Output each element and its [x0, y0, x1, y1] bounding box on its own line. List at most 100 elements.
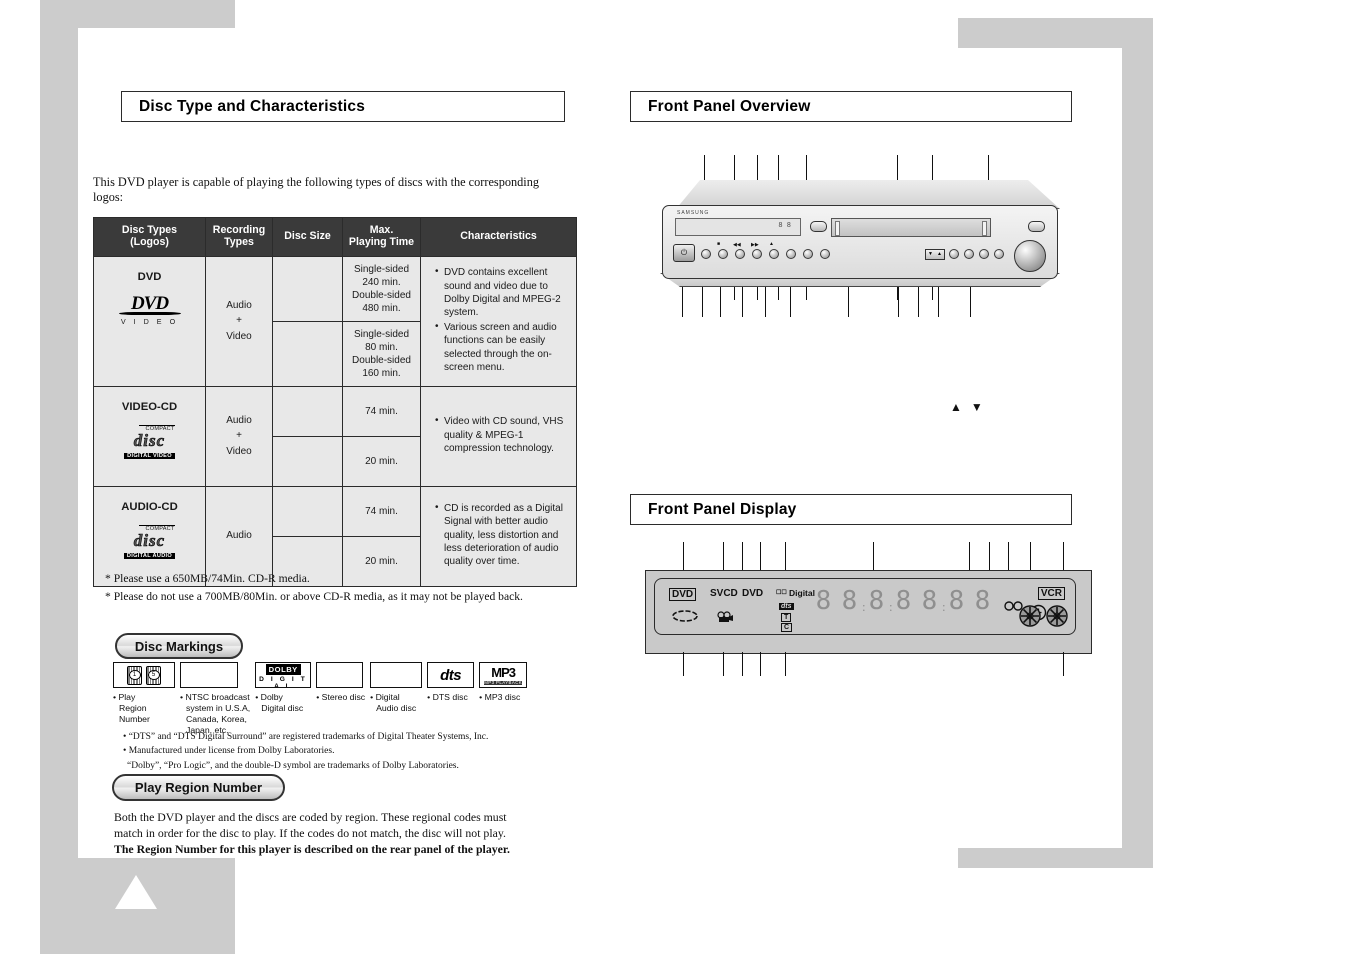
dolby-digital-logo: DOLBY D I G I T A L — [255, 662, 312, 688]
unit-display-segments: 8 8 — [778, 221, 791, 229]
tick-mark: ◀◀ — [733, 243, 741, 248]
camcorder-icon — [717, 611, 733, 622]
marking-caption: • DTS disc — [427, 692, 468, 702]
marking-dolby: DOLBY D I G I T A L • Dolby Digital disc — [255, 662, 312, 714]
table-header-row: Disc Types (Logos) Recording Types Disc … — [93, 217, 577, 257]
section-title-text: Front Panel Overview — [648, 97, 811, 115]
segment-digit — [921, 589, 938, 616]
play-region-line-1: Both the DVD player and the discs are co… — [114, 810, 507, 824]
panel-button[interactable] — [752, 249, 762, 259]
cell-disc-size-vcd-a — [272, 385, 343, 437]
callout-line — [1063, 652, 1065, 676]
chevron-up-icon: ▲ — [937, 252, 942, 257]
chapter-indicator: C — [781, 623, 793, 632]
cell-disc-type-video-cd: VIDEO-CD COMPACT disc DIGITAL VIDEO — [93, 385, 206, 487]
dolby-double-d-icon: ☐☐ — [776, 590, 787, 596]
footnote-cdr-700: * Please do not use a 700MB/80Min. or ab… — [105, 590, 523, 603]
cell-time-vcd-b: 20 min. — [342, 435, 421, 487]
panel-button[interactable] — [803, 249, 813, 259]
table-row-dvd: DVD DVD V I D E O Audio + Video Single-s… — [93, 255, 577, 387]
play-region-number-logo: 1 5 — [113, 662, 175, 688]
cell-disc-size-dvd-a — [272, 255, 343, 322]
play-region-body: Both the DVD player and the discs are co… — [114, 810, 554, 858]
panel-button[interactable] — [964, 249, 974, 259]
marking-caption: • Play Region Number — [113, 692, 150, 725]
tape-reel-icon — [1046, 605, 1068, 627]
disc-markings-row: 1 5 • Play Region Number • NTSC broadcas… — [113, 662, 563, 737]
dvd-indicator: DVD — [669, 588, 697, 601]
eject-icon-right[interactable] — [1028, 221, 1045, 232]
unit-front-face: SAMSUNG 8 8 ⏻ ■ ◀◀ ▶▶ ▲ ▼ ▲ — [662, 205, 1058, 279]
section-title-text: Front Panel Display — [648, 500, 797, 518]
panel-button[interactable] — [718, 249, 728, 259]
segment-colon: : — [862, 599, 866, 614]
footnote-cdr-650: * Please use a 650MB/74Min. CD-R media. — [105, 572, 310, 585]
header-disc-types: Disc Types (Logos) — [93, 217, 206, 257]
tick-mark: ▲ — [769, 242, 774, 247]
tape-reel-icon — [1019, 605, 1041, 627]
marking-stereo: • Stereo disc — [316, 662, 365, 703]
section-header-front-panel-display: Front Panel Display — [630, 494, 1072, 525]
header-characteristics: Characteristics — [420, 217, 577, 257]
dolby-logo-top: DOLBY — [265, 663, 301, 675]
svcd-indicator: SVCD — [710, 588, 738, 599]
panel-button[interactable] — [979, 249, 989, 259]
segment-digit — [868, 589, 885, 616]
tick-mark: ■ — [717, 242, 721, 247]
segment-digit — [948, 589, 965, 616]
power-icon[interactable]: ⏻ — [673, 244, 695, 262]
mp3-logo-sub: MP3 PLAYBACK — [484, 679, 523, 686]
marking-play-region: 1 5 • Play Region Number — [113, 662, 175, 725]
panel-button[interactable] — [949, 249, 959, 259]
header-max-playing-time: Max. Playing Time — [342, 217, 421, 257]
panel-button[interactable] — [735, 249, 745, 259]
cd-logo-bottom: DIGITAL AUDIO — [123, 552, 176, 559]
dvd2-indicator: DVD — [742, 588, 764, 599]
cell-disc-type-dvd: DVD DVD V I D E O — [93, 255, 206, 387]
play-region-heading-text: Play Region Number — [134, 780, 263, 795]
header-disc-size: Disc Size — [272, 217, 343, 257]
characteristic-item: CD is recorded as a Digital Signal with … — [435, 501, 568, 568]
dts-indicator: dts — [779, 603, 794, 610]
panel-button[interactable] — [820, 249, 830, 259]
play-region-line-bold: The Region Number for this player is des… — [114, 841, 510, 856]
tape-slot[interactable] — [831, 218, 991, 237]
disc-type-table: Disc Types (Logos) Recording Types Disc … — [93, 217, 577, 587]
marking-caption: • Digital Audio disc — [370, 692, 417, 714]
eject-icon-left[interactable] — [810, 221, 827, 232]
trademark-note-dolby-sub: “Dolby”, “Pro Logic”, and the double-D s… — [127, 760, 459, 771]
cell-time-dvd-b: Single-sided 80 min. Double-sided 160 mi… — [342, 320, 421, 387]
compact-disc-digital-video-logo: COMPACT disc DIGITAL VIDEO — [123, 424, 177, 460]
characteristic-item: Video with CD sound, VHS quality & MPEG-… — [435, 414, 568, 455]
disc-ellipse-icon — [672, 610, 698, 622]
disc-type-label: VIDEO-CD — [121, 400, 178, 413]
panel-button[interactable] — [994, 249, 1004, 259]
front-panel-display-diagram: DVD SVCD DVD ☐☐ Digital dts T C : : : — [645, 570, 1092, 654]
up-down-arrow-glyphs: ▲ ▼ — [950, 400, 986, 414]
section-header-front-panel-overview: Front Panel Overview — [630, 91, 1072, 122]
panel-button[interactable] — [701, 249, 711, 259]
dvd-logo-main: DVD — [130, 292, 169, 314]
tick-mark: ▶▶ — [751, 243, 759, 248]
cell-characteristics-video-cd: Video with CD sound, VHS quality & MPEG-… — [420, 385, 577, 487]
cd-logo-bottom: DIGITAL VIDEO — [124, 452, 175, 459]
marking-caption: • MP3 disc — [479, 692, 521, 702]
left-page-triangle-marker — [115, 875, 157, 909]
vcr-indicator: VCR — [1037, 587, 1065, 600]
digital-audio-disc-logo — [370, 662, 423, 688]
channel-arrows[interactable]: ▼ ▲ — [925, 249, 945, 260]
panel-button[interactable] — [769, 249, 779, 259]
dvd-logo-sub: V I D E O — [120, 316, 179, 326]
unit-control-row: ⏻ ■ ◀◀ ▶▶ ▲ ▼ ▲ — [673, 240, 1048, 272]
jog-dial[interactable] — [1014, 240, 1046, 272]
marking-mp3: MP3 MP3 PLAYBACK • MP3 disc — [479, 662, 528, 703]
segment-colon: : — [942, 599, 946, 614]
chevron-down-icon: ▼ — [928, 252, 933, 257]
panel-button[interactable] — [786, 249, 796, 259]
segment-digit — [841, 589, 858, 616]
mp3-logo: MP3 MP3 PLAYBACK — [479, 662, 528, 688]
region-badge-1: 1 — [127, 665, 142, 685]
ntsc-logo — [180, 662, 238, 688]
cell-characteristics-dvd: DVD contains excellent sound and video d… — [420, 255, 577, 387]
cell-time-acd-a: 74 min. — [342, 485, 421, 537]
